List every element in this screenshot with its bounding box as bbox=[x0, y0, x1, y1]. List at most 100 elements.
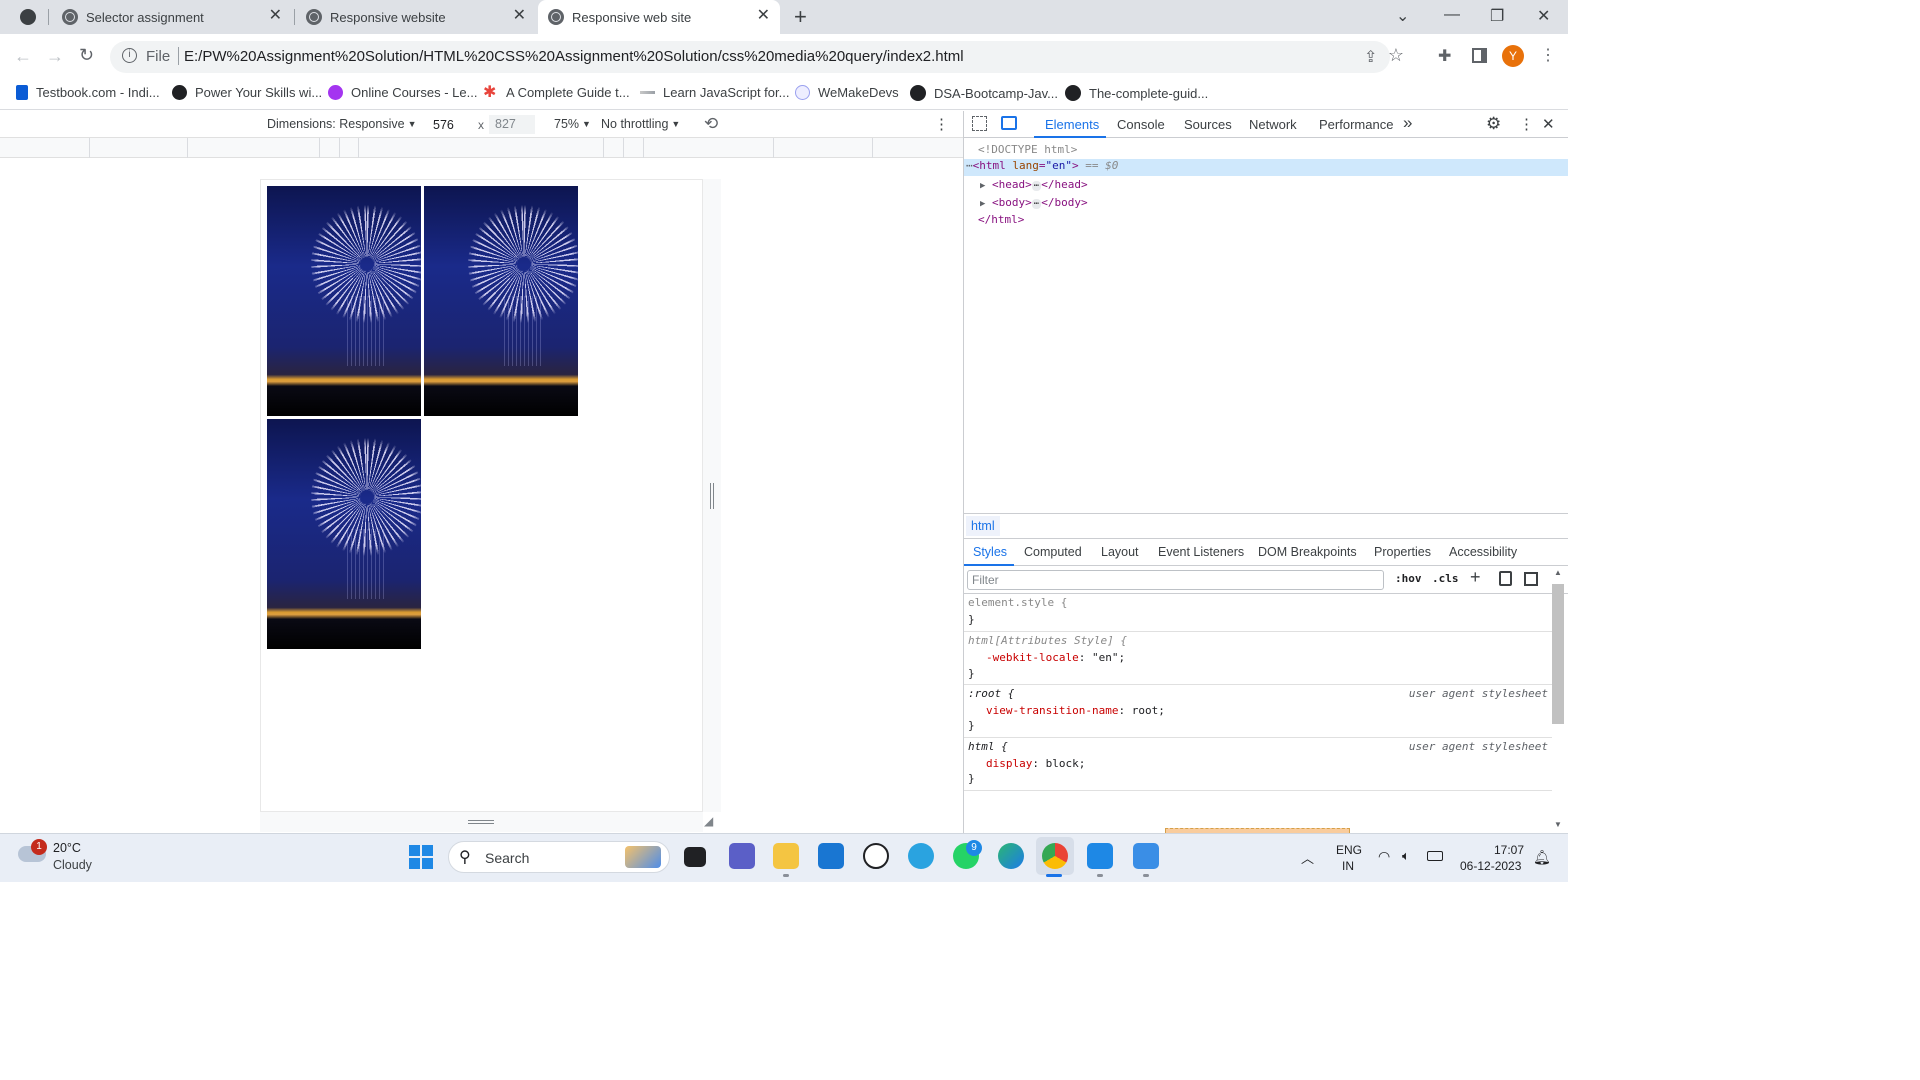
tab-search-logo-icon[interactable] bbox=[20, 9, 36, 25]
subtab-styles[interactable]: Styles bbox=[973, 545, 1007, 559]
close-tab-icon[interactable]: ✕ bbox=[269, 8, 282, 24]
wifi-icon[interactable]: ◠ bbox=[1378, 848, 1390, 865]
bookmark-wemakedevs[interactable]: WeMakeDevs bbox=[795, 85, 899, 100]
subtab-properties[interactable]: Properties bbox=[1374, 545, 1431, 559]
tab-sources[interactable]: Sources bbox=[1184, 117, 1232, 132]
window-close-icon[interactable]: ✕ bbox=[1537, 6, 1550, 26]
bookmark-dsa-bootcamp[interactable]: DSA-Bootcamp-Jav... bbox=[910, 85, 1058, 101]
zoom-select[interactable]: 75% ▼ bbox=[554, 117, 591, 131]
back-arrow-icon[interactable]: ← bbox=[14, 46, 32, 67]
volume-icon[interactable]: 🔈︎ bbox=[1402, 848, 1410, 864]
reload-icon[interactable]: ↻ bbox=[79, 45, 94, 66]
ellipsis-icon[interactable]: ⋯ bbox=[1031, 181, 1042, 191]
tab-responsive-website[interactable]: Responsive website ✕ bbox=[296, 0, 536, 34]
windows-start-icon[interactable] bbox=[409, 845, 433, 869]
devtools-kebab-icon[interactable]: ⋮ bbox=[1519, 115, 1534, 133]
paint-brush-icon[interactable] bbox=[1499, 571, 1512, 586]
more-tabs-icon[interactable]: » bbox=[1403, 113, 1412, 133]
telegram-icon[interactable] bbox=[908, 843, 934, 869]
hov-toggle[interactable]: :hov bbox=[1395, 572, 1422, 585]
bookmark-learn-js[interactable]: Learn JavaScript for... bbox=[640, 85, 789, 100]
chrome-icon[interactable] bbox=[1042, 843, 1068, 869]
bookmark-testbook[interactable]: Testbook.com - Indi... bbox=[16, 85, 160, 100]
notepad-icon[interactable] bbox=[1133, 843, 1159, 869]
bookmark-complete-guide-github[interactable]: The-complete-guid... bbox=[1065, 85, 1208, 101]
task-view-icon[interactable] bbox=[684, 847, 706, 867]
doctype-node[interactable]: <!DOCTYPE html> bbox=[978, 143, 1077, 156]
gear-icon[interactable]: ⚙ bbox=[1486, 114, 1501, 134]
weather-temp[interactable]: 20°C bbox=[53, 841, 81, 855]
device-toggle-icon[interactable] bbox=[1001, 116, 1017, 130]
profile-avatar[interactable]: Y bbox=[1502, 45, 1524, 67]
device-more-icon[interactable]: ⋮ bbox=[934, 115, 949, 133]
ellipsis-icon[interactable]: ⋯ bbox=[1031, 199, 1042, 209]
battery-icon[interactable] bbox=[1427, 851, 1443, 861]
scroll-up-icon[interactable]: ▲ bbox=[1554, 568, 1562, 577]
clock-date[interactable]: 06-12-2023 bbox=[1460, 859, 1521, 873]
language-top[interactable]: ENG bbox=[1336, 843, 1362, 857]
chevron-down-icon[interactable]: ⌄ bbox=[1396, 6, 1409, 26]
teams-icon[interactable] bbox=[729, 843, 755, 869]
bookmark-complete-guide[interactable]: ✱ A Complete Guide t... bbox=[483, 85, 630, 101]
tab-responsive-web-site[interactable]: Responsive web site ✕ bbox=[538, 0, 780, 34]
subtab-dom-breakpoints[interactable]: DOM Breakpoints bbox=[1258, 545, 1357, 559]
minimize-icon[interactable]: — bbox=[1444, 6, 1460, 24]
taskbar-search-box[interactable]: ⚲ Search bbox=[448, 841, 670, 873]
body-node[interactable]: ▶ <body> ⋯ </body> bbox=[980, 196, 1088, 209]
tray-chevron-up-icon[interactable]: ︿ bbox=[1301, 848, 1314, 867]
forward-arrow-icon[interactable]: → bbox=[46, 46, 64, 67]
share-icon[interactable]: ⇪ bbox=[1364, 47, 1377, 67]
kebab-menu-icon[interactable]: ⋮ bbox=[1540, 45, 1556, 65]
expand-triangle-icon[interactable]: ▶ bbox=[980, 181, 985, 191]
url-text[interactable]: E:/PW%20Assignment%20Solution/HTML%20CSS… bbox=[184, 48, 964, 65]
height-input[interactable]: 827 bbox=[489, 115, 535, 134]
subtab-layout[interactable]: Layout bbox=[1101, 545, 1139, 559]
clock-time[interactable]: 17:07 bbox=[1494, 843, 1524, 857]
new-tab-plus-icon[interactable]: + bbox=[794, 4, 807, 30]
edge-icon[interactable] bbox=[998, 843, 1024, 869]
rotate-icon[interactable]: ⟲ bbox=[704, 114, 718, 134]
star-bookmark-icon[interactable]: ☆ bbox=[1388, 45, 1404, 66]
close-tab-icon[interactable]: ✕ bbox=[757, 8, 770, 24]
styles-scrollbar[interactable] bbox=[1552, 584, 1564, 724]
mail-icon[interactable] bbox=[818, 843, 844, 869]
vscode-icon[interactable] bbox=[1087, 843, 1113, 869]
head-node[interactable]: ▶ <head> ⋯ </head> bbox=[980, 178, 1088, 191]
breadcrumb-html[interactable]: html bbox=[966, 516, 1000, 536]
styles-filter-input[interactable]: Filter bbox=[967, 570, 1384, 590]
notification-bell-icon[interactable]: 🔔︎ bbox=[1533, 849, 1551, 866]
cls-toggle[interactable]: .cls bbox=[1432, 572, 1459, 585]
subtab-event-listeners[interactable]: Event Listeners bbox=[1158, 545, 1244, 559]
extensions-puzzle-icon[interactable]: ✚ bbox=[1438, 46, 1451, 66]
file-explorer-icon[interactable] bbox=[773, 843, 799, 869]
scroll-down-icon[interactable]: ▼ bbox=[1554, 820, 1562, 829]
subtab-accessibility[interactable]: Accessibility bbox=[1449, 545, 1517, 559]
close-tab-icon[interactable]: ✕ bbox=[513, 8, 526, 24]
dell-icon[interactable] bbox=[863, 843, 889, 869]
side-panel-icon[interactable] bbox=[1472, 48, 1487, 63]
corner-resize-icon[interactable]: ◢ bbox=[704, 814, 713, 828]
expand-triangle-icon[interactable]: ▶ bbox=[980, 199, 985, 209]
devtools-close-icon[interactable]: ✕ bbox=[1542, 115, 1555, 133]
tab-elements[interactable]: Elements bbox=[1045, 117, 1099, 132]
bookmark-power-skills[interactable]: Power Your Skills wi... bbox=[172, 85, 322, 100]
toggle-sidebar-icon[interactable] bbox=[1524, 572, 1538, 586]
address-bar[interactable]: i File E:/PW%20Assignment%20Solution/HTM… bbox=[110, 41, 1404, 73]
bookmark-online-courses[interactable]: Online Courses - Le... bbox=[328, 85, 477, 100]
restore-icon[interactable]: ❐ bbox=[1490, 6, 1504, 26]
html-node-selected[interactable]: ⋯<html lang="en"> == $0 bbox=[964, 159, 1568, 176]
info-icon[interactable]: i bbox=[122, 48, 137, 63]
tab-selector-assignment[interactable]: Selector assignment ✕ bbox=[52, 0, 292, 34]
new-style-rule-plus-icon[interactable]: + bbox=[1470, 567, 1481, 588]
tab-console[interactable]: Console bbox=[1117, 117, 1165, 132]
html-close-node[interactable]: </html> bbox=[978, 213, 1024, 226]
width-input[interactable]: 576 bbox=[426, 115, 472, 134]
weather-badge: 1 bbox=[31, 839, 47, 855]
dimensions-select[interactable]: Dimensions: Responsive ▼ bbox=[267, 117, 416, 131]
throttling-select[interactable]: No throttling ▼ bbox=[601, 117, 680, 131]
inspect-element-icon[interactable] bbox=[972, 116, 987, 131]
search-icon: ⚲ bbox=[459, 849, 471, 866]
tab-network[interactable]: Network bbox=[1249, 117, 1297, 132]
tab-performance[interactable]: Performance bbox=[1319, 117, 1393, 132]
subtab-computed[interactable]: Computed bbox=[1024, 545, 1082, 559]
